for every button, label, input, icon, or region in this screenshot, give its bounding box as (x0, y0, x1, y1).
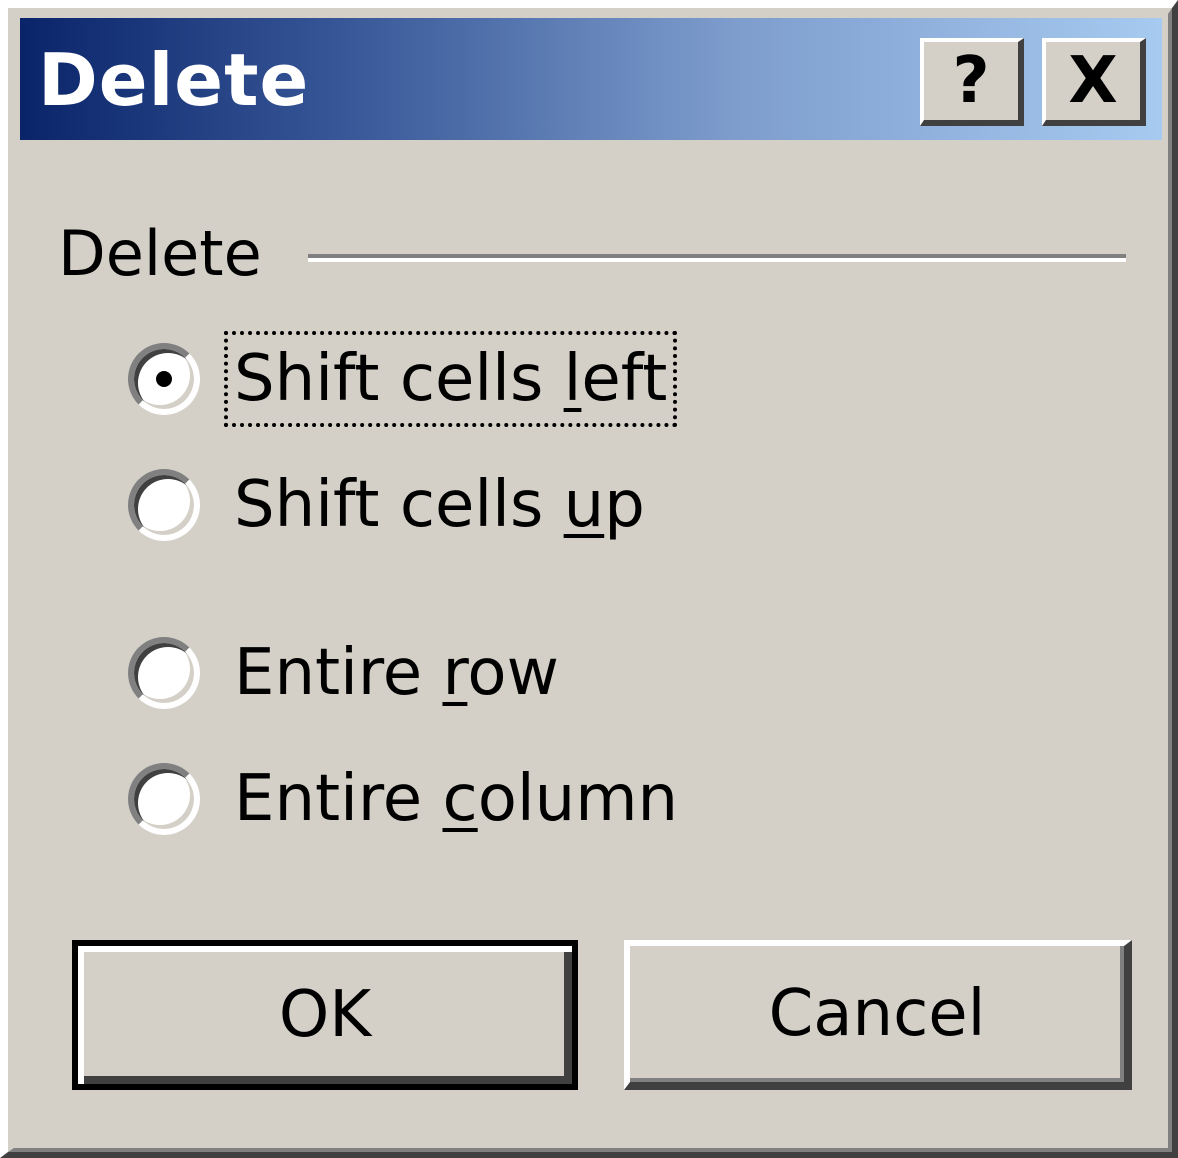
ok-button[interactable]: OK (72, 940, 578, 1090)
radio-label[interactable]: Shift cells up (228, 461, 651, 549)
radio-label[interactable]: Entire row (228, 629, 565, 717)
close-icon: X (1068, 44, 1118, 118)
radio-entire-column[interactable]: Entire column (128, 754, 684, 844)
radio-label[interactable]: Entire column (228, 755, 684, 843)
radio-shift-cells-left[interactable]: Shift cells left (128, 331, 678, 427)
cancel-button[interactable]: Cancel (624, 940, 1132, 1090)
radio-label[interactable]: Shift cells left (223, 331, 678, 427)
window-title: Delete (38, 38, 310, 122)
group-label: Delete (58, 217, 262, 290)
radio-button-icon[interactable] (128, 637, 200, 709)
title-bar[interactable]: Delete ? X (20, 18, 1162, 140)
close-button[interactable]: X (1042, 38, 1146, 126)
help-button[interactable]: ? (920, 38, 1024, 126)
radio-button-icon[interactable] (128, 469, 200, 541)
radio-shift-cells-up[interactable]: Shift cells up (128, 460, 651, 550)
help-icon: ? (952, 44, 990, 118)
radio-entire-row[interactable]: Entire row (128, 628, 565, 718)
radio-button-icon[interactable] (128, 763, 200, 835)
group-divider (308, 254, 1126, 262)
radio-button-icon[interactable] (128, 343, 200, 415)
radio-selected-dot (156, 371, 172, 387)
